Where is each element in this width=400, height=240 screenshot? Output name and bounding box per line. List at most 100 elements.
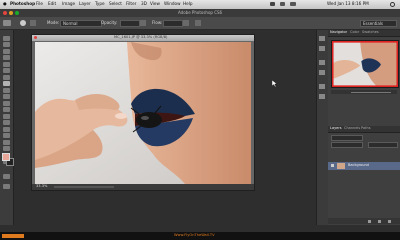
menu-view[interactable]: View [150, 1, 160, 6]
mode-label: Mode: [47, 20, 60, 25]
brush-tool-icon[interactable] [3, 81, 10, 86]
document-window: MC_1601.JP @ 33.3% (RGB/8) 33.3% [31, 34, 255, 191]
menu-clock[interactable]: Wed Jan 13 8:16 PM [327, 1, 369, 6]
character-icon[interactable] [319, 84, 325, 89]
airbrush-icon[interactable] [183, 20, 189, 26]
brush-size-icon[interactable] [20, 20, 26, 26]
mac-menu-bar: ● Photoshop File Edit Image Layer Type S… [0, 0, 400, 9]
move-tool-icon[interactable] [3, 35, 10, 41]
spotlight-search-icon[interactable] [390, 2, 395, 7]
shape-tool-icon[interactable] [3, 146, 10, 151]
close-window-icon[interactable] [3, 11, 7, 15]
portrait-photo [35, 42, 251, 184]
menu-app-name[interactable]: Photoshop [10, 1, 35, 6]
new-group-icon[interactable] [368, 219, 371, 223]
brush-presets-icon[interactable] [319, 60, 325, 65]
document-tab[interactable]: MC_1601.JP @ 33.3% (RGB/8) [32, 35, 254, 41]
dodge-tool-icon[interactable] [3, 120, 10, 125]
opacity-label: Opacity: [101, 20, 118, 25]
menu-image[interactable]: Image [62, 1, 75, 6]
menu-filter[interactable]: Filter [126, 1, 136, 6]
blur-tool-icon[interactable] [3, 113, 10, 119]
image-canvas[interactable] [35, 42, 251, 184]
layer-filter-select[interactable] [331, 135, 363, 141]
eraser-tool-icon[interactable] [3, 100, 10, 106]
zoom-window-icon[interactable] [15, 11, 19, 15]
zoom-slider[interactable] [351, 91, 391, 93]
path-select-tool-icon[interactable] [3, 139, 10, 145]
lasso-tool-icon[interactable] [3, 48, 10, 54]
menu-file[interactable]: File [36, 1, 43, 6]
tab-swatches[interactable]: Swatches [362, 30, 379, 35]
navigator-tab-bar: Navigator Color Swatches [328, 30, 400, 37]
layer-row-background[interactable]: Background [328, 162, 400, 170]
mode-select[interactable]: Normal [60, 20, 102, 27]
layers-tab-bar: Layers Channels Paths [328, 126, 400, 133]
blend-mode-select[interactable] [331, 142, 363, 148]
menu-select[interactable]: Select [109, 1, 122, 6]
menu-window[interactable]: Window [164, 1, 181, 6]
tool-options-bar: Mode: Normal Opacity: Flow: Essentials [0, 17, 400, 30]
layer-name: Background [348, 163, 369, 167]
opacity-field[interactable] [120, 20, 140, 27]
type-tool-icon[interactable] [3, 133, 10, 138]
layer-visibility-eye-icon[interactable] [331, 164, 334, 167]
history-brush-tool-icon[interactable] [3, 94, 10, 99]
navigator-zoom-bar [331, 90, 397, 94]
new-layer-icon[interactable] [378, 219, 381, 223]
window-title: Adobe Photoshop CS6 [178, 10, 223, 15]
actions-icon[interactable] [319, 46, 325, 51]
gradient-tool-icon[interactable] [3, 107, 10, 112]
foreground-color-swatch[interactable] [2, 153, 10, 161]
navigator-thumbnail[interactable] [331, 40, 399, 88]
tab-navigator[interactable]: Navigator [330, 30, 347, 35]
clone-stamp-tool-icon[interactable] [3, 87, 10, 93]
tools-panel [0, 30, 14, 225]
wifi-icon[interactable] [280, 2, 285, 6]
doc-info[interactable] [54, 185, 114, 188]
tab-paths[interactable]: Paths [361, 126, 371, 131]
layer-opacity-field[interactable] [368, 142, 398, 148]
zoom-level[interactable]: 33.3% [36, 184, 47, 189]
tab-layers[interactable]: Layers [330, 126, 342, 131]
watermark-text: Www.FlyOnTheWall.TV [174, 233, 215, 237]
menu-3d[interactable]: 3D [141, 1, 147, 6]
bottom-bar: Www.FlyOnTheWall.TV [0, 232, 400, 240]
navigator-preview-image [332, 41, 398, 87]
tab-color[interactable]: Color [350, 30, 359, 35]
pressure-opacity-icon[interactable] [140, 20, 146, 26]
marquee-tool-icon[interactable] [3, 42, 10, 47]
menu-help[interactable]: Help [183, 1, 193, 6]
brush-tool-preset-icon[interactable] [3, 20, 11, 26]
status-icon[interactable] [270, 2, 275, 6]
workspace-switcher[interactable]: Essentials [360, 20, 397, 27]
minimize-window-icon[interactable] [9, 11, 13, 15]
apple-icon[interactable]: ● [3, 1, 7, 6]
screen-mode-icon[interactable] [3, 183, 10, 189]
workspace-label: Essentials [363, 20, 384, 26]
tab-channels[interactable]: Channels [344, 126, 360, 131]
flow-label: Flow: [152, 20, 163, 25]
eyedropper-tool-icon[interactable] [3, 68, 10, 73]
battery-icon[interactable] [290, 2, 296, 6]
menu-edit[interactable]: Edit [48, 1, 56, 6]
menu-type[interactable]: Type [95, 1, 105, 6]
clone-source-icon[interactable] [319, 70, 325, 75]
brush-panel-icon[interactable] [30, 20, 36, 26]
menu-layer[interactable]: Layer [79, 1, 91, 6]
paragraph-icon[interactable] [319, 94, 325, 99]
document-status-bar: 33.3% [32, 184, 254, 190]
crop-tool-icon[interactable] [3, 61, 10, 67]
history-icon[interactable] [319, 36, 325, 41]
pressure-size-icon[interactable] [195, 20, 201, 26]
quick-mask-icon[interactable] [3, 173, 10, 179]
healing-brush-tool-icon[interactable] [3, 74, 10, 80]
layers-footer [328, 218, 400, 224]
close-document-icon[interactable] [34, 36, 37, 39]
right-panels: Navigator Color Swatches Layers Channels… [328, 30, 400, 225]
flow-field[interactable] [163, 20, 183, 27]
trash-icon[interactable] [388, 219, 391, 223]
pen-tool-icon[interactable] [3, 126, 10, 132]
mode-value: Normal [63, 20, 78, 26]
quick-select-tool-icon[interactable] [3, 55, 10, 60]
